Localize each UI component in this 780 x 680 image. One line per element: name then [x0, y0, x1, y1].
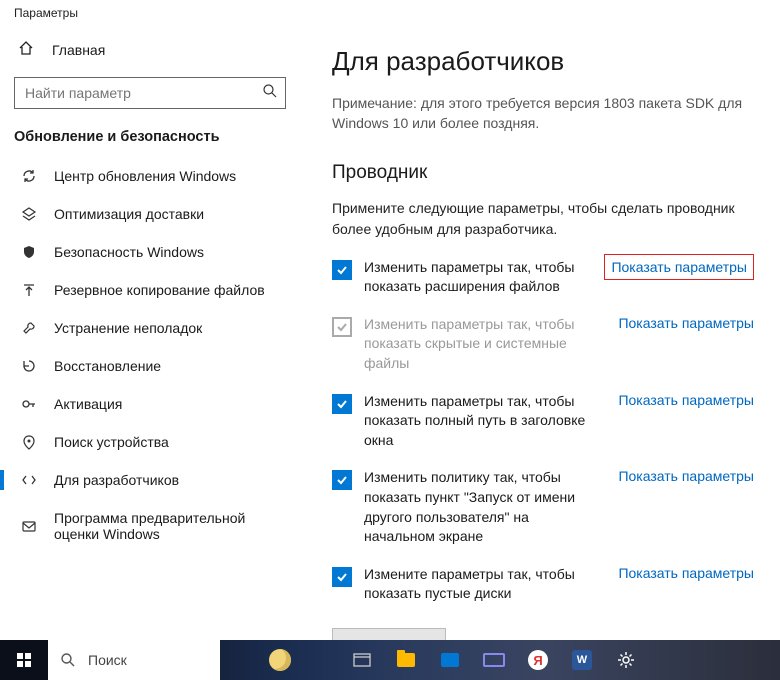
sidebar: Главная Обновление и безопасность Центр …	[0, 30, 306, 640]
checkbox-run-as-user[interactable]	[332, 470, 352, 490]
nav-for-developers[interactable]: Для разработчиков	[0, 461, 300, 499]
nav-delivery-optimization[interactable]: Оптимизация доставки	[0, 195, 300, 233]
taskbar-yandex[interactable]: Я	[516, 640, 560, 680]
section-label: Обновление и безопасность	[0, 123, 300, 157]
taskbar-settings[interactable]	[604, 640, 648, 680]
nav-item-label: Центр обновления Windows	[54, 168, 236, 184]
main-content: Для разработчиков Примечание: для этого …	[306, 30, 780, 640]
taskbar-explorer[interactable]	[384, 640, 428, 680]
nav-insider-program[interactable]: Программа предварительной оценки Windows	[0, 499, 300, 553]
taskbar: Поиск Я W	[0, 640, 780, 680]
taskbar-app-blue[interactable]	[428, 640, 472, 680]
wrench-icon	[20, 320, 38, 336]
optimization-icon	[20, 206, 38, 222]
explorer-desc: Примените следующие параметры, чтобы сде…	[332, 198, 754, 240]
nav-item-label: Для разработчиков	[54, 472, 179, 488]
sdk-note: Примечание: для этого требуется версия 1…	[332, 93, 754, 134]
moon-icon	[269, 649, 291, 671]
show-params-link[interactable]: Показать параметры	[604, 254, 754, 280]
nav-activation[interactable]: Активация	[0, 385, 300, 423]
nav-item-label: Безопасность Windows	[54, 244, 204, 260]
word-icon: W	[572, 650, 592, 670]
nav-item-label: Устранение неполадок	[54, 320, 202, 336]
nav-backup[interactable]: Резервное копирование файлов	[0, 271, 300, 309]
show-params-link[interactable]: Показать параметры	[618, 392, 754, 408]
search-input[interactable]	[14, 77, 286, 109]
nav-find-device[interactable]: Поиск устройства	[0, 423, 300, 461]
opt-text: Изменить параметры так, чтобы показать с…	[364, 315, 606, 374]
checkbox-extensions[interactable]	[332, 260, 352, 280]
explorer-title: Проводник	[332, 162, 754, 184]
shield-icon	[20, 244, 38, 260]
search-icon	[262, 83, 278, 102]
yandex-icon: Я	[528, 650, 548, 670]
taskbar-search[interactable]: Поиск	[48, 640, 220, 680]
refresh-icon	[20, 168, 38, 184]
nav-item-label: Резервное копирование файлов	[54, 282, 265, 298]
opt-text: Измените параметры так, чтобы показать п…	[364, 565, 606, 604]
checkbox-full-path[interactable]	[332, 394, 352, 414]
app-icon	[441, 653, 459, 667]
home-icon	[18, 40, 34, 59]
taskbar-word[interactable]: W	[560, 640, 604, 680]
nav-item-label: Активация	[54, 396, 122, 412]
show-params-link[interactable]: Показать параметры	[618, 468, 754, 484]
page-title: Для разработчиков	[332, 46, 754, 77]
opt-text: Изменить параметры так, чтобы показать п…	[364, 392, 606, 451]
taskbar-weather[interactable]	[220, 640, 340, 680]
laptop-icon	[483, 653, 505, 667]
start-button[interactable]	[0, 640, 48, 680]
opt-text: Изменить политику так, чтобы показать пу…	[364, 468, 606, 546]
taskbar-search-label: Поиск	[88, 652, 127, 668]
backup-icon	[20, 282, 38, 298]
checkbox-hidden-files[interactable]	[332, 317, 352, 337]
insider-icon	[20, 518, 38, 534]
nav-item-label: Оптимизация доставки	[54, 206, 204, 222]
home-button[interactable]: Главная	[0, 30, 300, 69]
apply-button[interactable]: Применить	[332, 628, 446, 640]
code-icon	[20, 472, 38, 488]
show-params-link[interactable]: Показать параметры	[618, 565, 754, 581]
nav-windows-security[interactable]: Безопасность Windows	[0, 233, 300, 271]
location-icon	[20, 434, 38, 450]
gear-icon	[617, 651, 635, 669]
folder-icon	[397, 653, 415, 667]
nav-recovery[interactable]: Восстановление	[0, 347, 300, 385]
nav-item-label: Поиск устройства	[54, 434, 169, 450]
search-icon	[60, 652, 76, 668]
nav-windows-update[interactable]: Центр обновления Windows	[0, 157, 300, 195]
show-params-link[interactable]: Показать параметры	[618, 315, 754, 331]
nav-item-label: Восстановление	[54, 358, 161, 374]
taskbar-taskview[interactable]	[340, 640, 384, 680]
checkbox-empty-drives[interactable]	[332, 567, 352, 587]
nav-troubleshoot[interactable]: Устранение неполадок	[0, 309, 300, 347]
nav-item-label: Программа предварительной оценки Windows	[54, 510, 286, 542]
taskbar-laptop[interactable]	[472, 640, 516, 680]
opt-text: Изменить параметры так, чтобы показать р…	[364, 258, 592, 297]
key-icon	[20, 396, 38, 412]
window-title: Параметры	[0, 0, 780, 30]
recovery-icon	[20, 358, 38, 374]
home-label: Главная	[52, 42, 105, 58]
